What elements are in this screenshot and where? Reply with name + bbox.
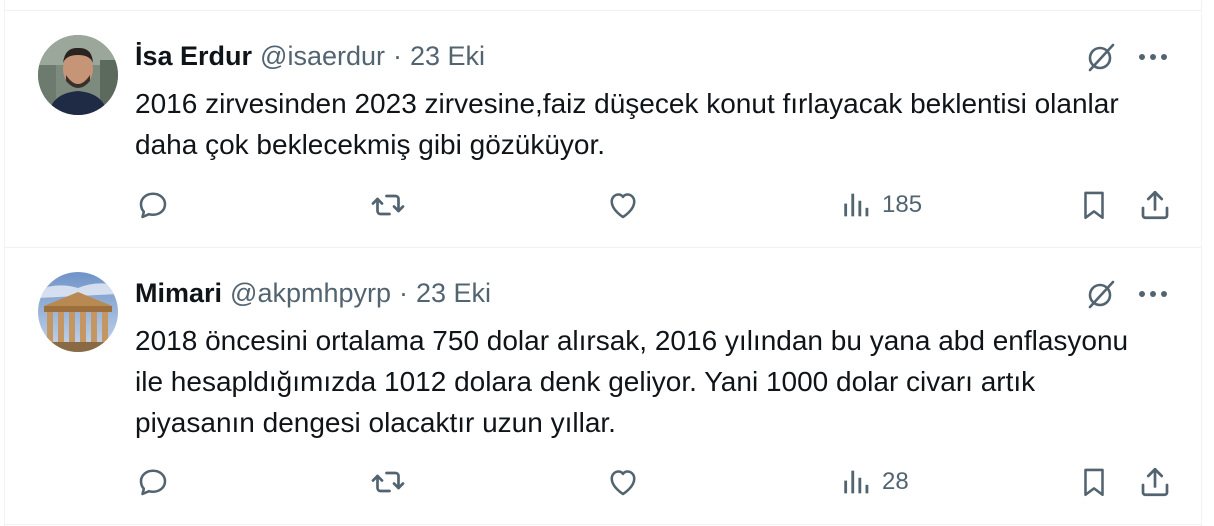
tweet-date[interactable]: 23 Eki [410,41,485,72]
retweet-icon [371,471,405,493]
share-icon [1141,190,1169,220]
tweet-date[interactable]: 23 Eki [416,278,491,309]
tweet[interactable]: İsa Erdur @isaerdur · 23 Eki 2016 zirves… [5,11,1201,247]
retweet-button[interactable] [369,185,407,225]
author-handle[interactable]: @akpmhpyrp [230,278,391,309]
tweet-text: 2018 öncesini ortalama 750 dolar alırsak… [135,325,1129,438]
avatar[interactable] [38,35,118,115]
heart-icon [610,470,636,496]
heart-icon [610,193,636,219]
retweet-icon [371,194,405,216]
reply-button[interactable] [135,462,171,502]
author-name[interactable]: İsa Erdur [135,41,252,72]
divider [5,524,1201,525]
like-button[interactable] [605,185,641,225]
tweet-actions: 185 [5,185,1201,225]
more-options-icon[interactable] [1135,39,1171,75]
tweet-actions: 28 [5,462,1201,502]
share-icon [1141,467,1169,497]
author-name[interactable]: Mimari [135,278,222,309]
meta-separator: · [399,277,409,308]
meta-separator: · [393,40,403,71]
more-options-icon[interactable] [1135,276,1171,312]
views-count: 28 [882,468,909,495]
bookmark-button[interactable] [1077,462,1111,502]
avatar[interactable] [38,272,118,352]
reply-icon [139,192,167,219]
tweet-header: İsa Erdur @isaerdur · 23 Eki [135,39,485,73]
like-button[interactable] [605,462,641,502]
views-button[interactable]: 185 [840,185,922,225]
views-button[interactable]: 28 [840,462,909,502]
tweet-text: 2016 zirvesinden 2023 zirvesine,faiz düş… [135,88,1119,160]
views-chart-icon [844,470,869,494]
reply-button[interactable] [135,185,171,225]
reply-icon [139,469,167,496]
retweet-button[interactable] [369,462,407,502]
tweet[interactable]: Mimari @akpmhpyrp · 23 Eki 2018 öncesini… [5,248,1201,524]
share-button[interactable] [1137,462,1173,502]
share-button[interactable] [1137,185,1173,225]
tweet-header: Mimari @akpmhpyrp · 23 Eki [135,276,491,310]
author-handle[interactable]: @isaerdur [260,41,385,72]
views-count: 185 [882,191,923,218]
bookmark-icon [1084,468,1104,497]
timeline-feed: İsa Erdur @isaerdur · 23 Eki 2016 zirves… [4,0,1202,526]
grok-icon[interactable] [1083,39,1119,75]
bookmark-icon [1084,191,1104,220]
bookmark-button[interactable] [1077,185,1111,225]
grok-icon[interactable] [1083,276,1119,312]
views-chart-icon [844,193,869,217]
